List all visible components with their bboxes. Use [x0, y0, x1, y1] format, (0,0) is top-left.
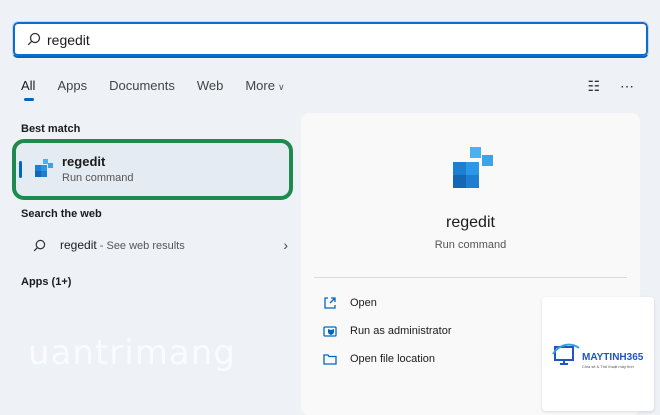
connect-icon[interactable]: ☷	[587, 78, 600, 95]
best-match-item[interactable]: regedit Run command	[12, 139, 293, 200]
action-open-label: Open	[350, 297, 377, 309]
folder-icon	[323, 354, 337, 365]
preview-title: regedit	[446, 214, 495, 231]
tab-documents[interactable]: Documents	[109, 78, 175, 102]
best-match-heading: Best match	[21, 123, 81, 135]
web-result-query: regedit	[60, 238, 97, 252]
search-icon	[27, 32, 41, 46]
search-box[interactable]	[12, 21, 649, 58]
tab-more-label: More	[245, 78, 275, 93]
best-match-subtitle: Run command	[62, 172, 134, 184]
best-match-name: regedit	[62, 154, 106, 169]
action-run-as-admin-label: Run as administrator	[350, 325, 452, 337]
web-result-text: regedit - See web results	[60, 238, 185, 252]
tab-apps[interactable]: Apps	[57, 78, 87, 102]
web-result-item[interactable]: regedit - See web results ›	[12, 233, 288, 259]
brand-logo: MAYTINH365 Chia sẻ & Thủ thuật máy tính	[542, 297, 654, 411]
selection-indicator	[19, 161, 22, 178]
logo-mark-icon	[552, 343, 580, 365]
preview-subtitle: Run command	[434, 239, 507, 251]
filter-tabs: All Apps Documents Web More ∨	[21, 78, 307, 102]
action-open-file-location[interactable]: Open file location	[323, 348, 435, 370]
search-web-heading: Search the web	[21, 208, 102, 220]
tab-web[interactable]: Web	[197, 78, 224, 102]
brand-name: MAYTINH365	[582, 352, 644, 363]
admin-shield-icon	[323, 326, 337, 337]
brand-tagline: Chia sẻ & Thủ thuật máy tính	[582, 364, 634, 369]
action-run-as-admin[interactable]: Run as administrator	[323, 320, 452, 342]
open-icon	[324, 297, 336, 309]
action-open-file-location-label: Open file location	[350, 353, 435, 365]
chevron-down-icon: ∨	[277, 82, 285, 92]
regedit-icon	[35, 159, 53, 177]
regedit-large-icon	[453, 147, 493, 188]
search-input[interactable]	[47, 30, 607, 50]
more-icon[interactable]: ⋯	[620, 78, 634, 95]
apps-heading[interactable]: Apps (1+)	[21, 276, 71, 288]
search-icon	[33, 239, 46, 252]
tab-all[interactable]: All	[21, 78, 35, 102]
divider	[314, 277, 627, 278]
watermark: uantrimang	[28, 333, 236, 373]
chevron-right-icon: ›	[283, 237, 288, 253]
action-open[interactable]: Open	[323, 292, 377, 314]
tab-more[interactable]: More ∨	[245, 78, 284, 102]
top-right-icons: ☷ ⋯	[587, 78, 634, 95]
start-search-window: All Apps Documents Web More∨ ☷ ⋯ Best ma…	[0, 0, 660, 415]
web-result-suffix: - See web results	[96, 240, 185, 252]
